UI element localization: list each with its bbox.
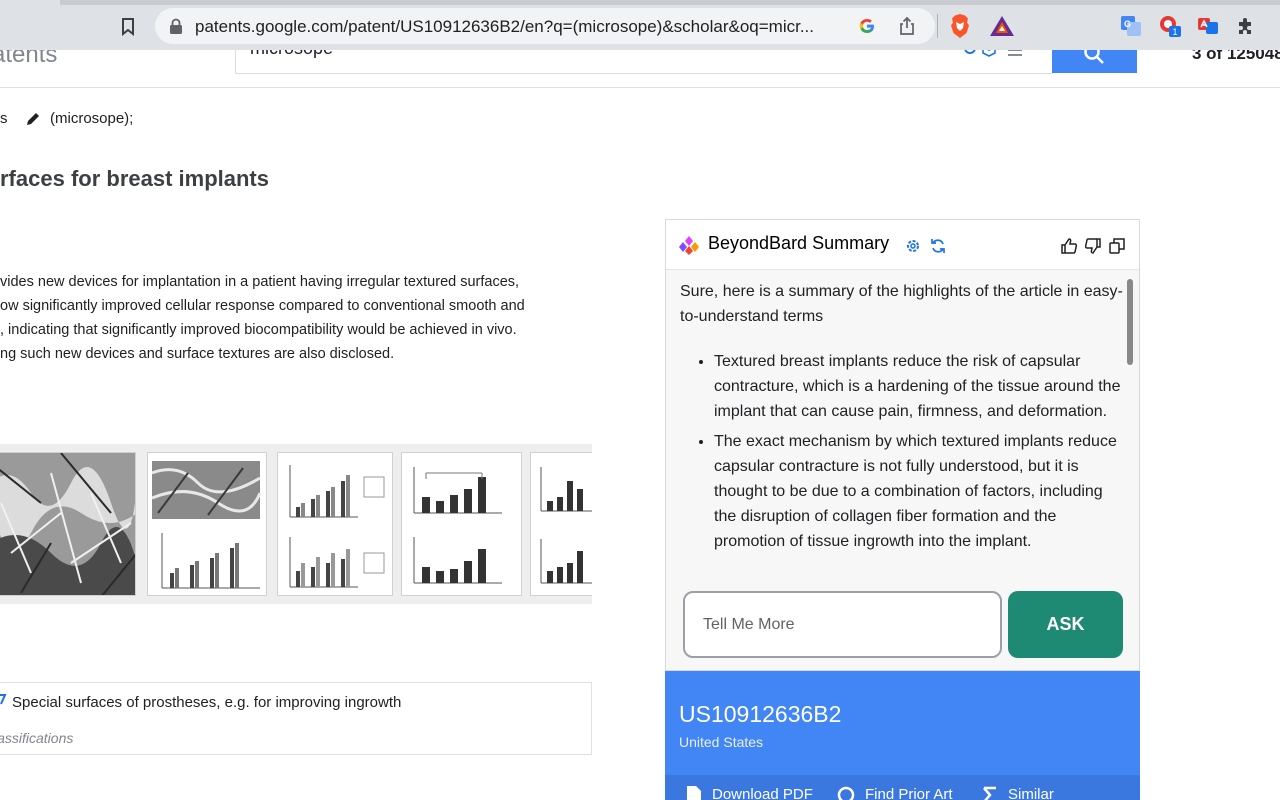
refresh-icon[interactable]	[929, 237, 947, 255]
patents-header: atents microsope 3 of 125048	[0, 50, 1280, 88]
pdf-icon[interactable]	[685, 785, 703, 800]
url-text[interactable]: patents.google.com/patent/US10912636B2/e…	[195, 17, 845, 37]
extension-badge-icon[interactable]: 1	[1158, 14, 1182, 38]
prior-art-icon[interactable]	[837, 785, 855, 800]
tell-me-more-input[interactable]	[703, 613, 983, 637]
svg-text:1: 1	[1173, 27, 1178, 37]
figure-thumbnail[interactable]	[530, 452, 592, 596]
query-chip[interactable]: (microsope);	[50, 110, 133, 127]
bat-rewards-icon[interactable]	[988, 14, 1016, 38]
classification-text[interactable]: Special surfaces of prostheses, e.g. for…	[12, 694, 401, 711]
thumbs-down-icon[interactable]	[1084, 237, 1102, 255]
gear-icon[interactable]	[904, 237, 922, 255]
more-classifications-link[interactable]: lassifications	[0, 730, 73, 746]
patent-title: rfaces for breast implants	[0, 166, 269, 192]
beyondbard-header: BeyondBard Summary	[666, 220, 1139, 270]
search-tools-icons[interactable]	[962, 50, 1042, 58]
search-box[interactable]: microsope	[235, 50, 1053, 74]
summary-scrollbar[interactable]	[1127, 279, 1133, 365]
abstract-line: vides new devices for implantation in a …	[0, 270, 580, 294]
toolbar-separator	[937, 14, 938, 38]
query-label: s	[0, 110, 8, 127]
abstract-line: ng such new devices and surface textures…	[0, 342, 580, 366]
beyondbard-logo-icon	[678, 235, 700, 255]
abstract-line: ow significantly improved cellular respo…	[0, 294, 580, 318]
svg-text:G: G	[1124, 19, 1131, 29]
tab-strip-edge	[60, 0, 1280, 5]
beyondbard-title: BeyondBard Summary	[708, 233, 889, 254]
patent-card: US10912636B2 United States Download PDF …	[665, 671, 1140, 800]
abstract-line: , indicating that significantly improved…	[0, 318, 580, 342]
address-bar[interactable]: patents.google.com/patent/US10912636B2/e…	[155, 8, 935, 44]
translate-icon[interactable]: G	[1119, 14, 1143, 38]
search-button[interactable]	[1052, 50, 1137, 73]
similar-link[interactable]: Similar	[1008, 786, 1054, 800]
share-icon[interactable]	[897, 16, 917, 36]
tell-me-more-field[interactable]	[683, 591, 1002, 658]
summary-bullet: The exact mechanism by which textured im…	[714, 429, 1128, 554]
download-pdf-link[interactable]: Download PDF	[712, 786, 813, 800]
search-icon	[1082, 50, 1106, 66]
search-input[interactable]: microsope	[250, 50, 333, 59]
figure-thumbnail[interactable]	[277, 452, 393, 596]
puzzle-icon[interactable]	[1234, 14, 1258, 38]
copy-icon[interactable]	[1108, 237, 1126, 255]
chevron-icon[interactable]	[0, 693, 8, 705]
brave-shield-icon[interactable]	[948, 13, 972, 39]
result-count: 3 of 125048	[1192, 50, 1280, 64]
summary-bullet: Textured breast implants reduce the risk…	[714, 349, 1128, 424]
patent-actions: Download PDF Find Prior Art Similar	[665, 775, 1140, 800]
figure-thumbnail[interactable]	[147, 452, 267, 596]
find-prior-art-link[interactable]: Find Prior Art	[865, 786, 953, 800]
ask-button[interactable]: ASK	[1008, 591, 1123, 658]
summary-list: Textured breast implants reduce the risk…	[680, 349, 1128, 554]
lock-icon[interactable]	[169, 18, 183, 34]
pencil-icon[interactable]	[25, 111, 41, 127]
patent-country: United States	[679, 734, 763, 750]
browser-toolbar: patents.google.com/patent/US10912636B2/e…	[0, 0, 1280, 50]
google-patents-logo[interactable]: atents	[0, 50, 57, 69]
patent-number: US10912636B2	[679, 701, 841, 728]
figure-thumbnail[interactable]	[401, 452, 522, 596]
figure-thumbnail[interactable]	[0, 452, 136, 596]
similar-icon[interactable]	[981, 785, 999, 800]
abstract: vides new devices for implantation in a …	[0, 270, 580, 366]
thumbs-up-icon[interactable]	[1060, 237, 1078, 255]
bookmark-icon[interactable]	[118, 16, 138, 36]
classification-box: Special surfaces of prostheses, e.g. for…	[0, 682, 592, 755]
dictionary-icon[interactable]	[1196, 14, 1220, 38]
google-icon[interactable]	[857, 16, 877, 36]
summary-content: Sure, here is a summary of the highlight…	[666, 271, 1139, 591]
beyondbard-panel: BeyondBard Summary Sure, here is a summa…	[665, 219, 1140, 671]
summary-intro: Sure, here is a summary of the highlight…	[680, 279, 1128, 329]
figure-thumbnails	[0, 444, 592, 604]
